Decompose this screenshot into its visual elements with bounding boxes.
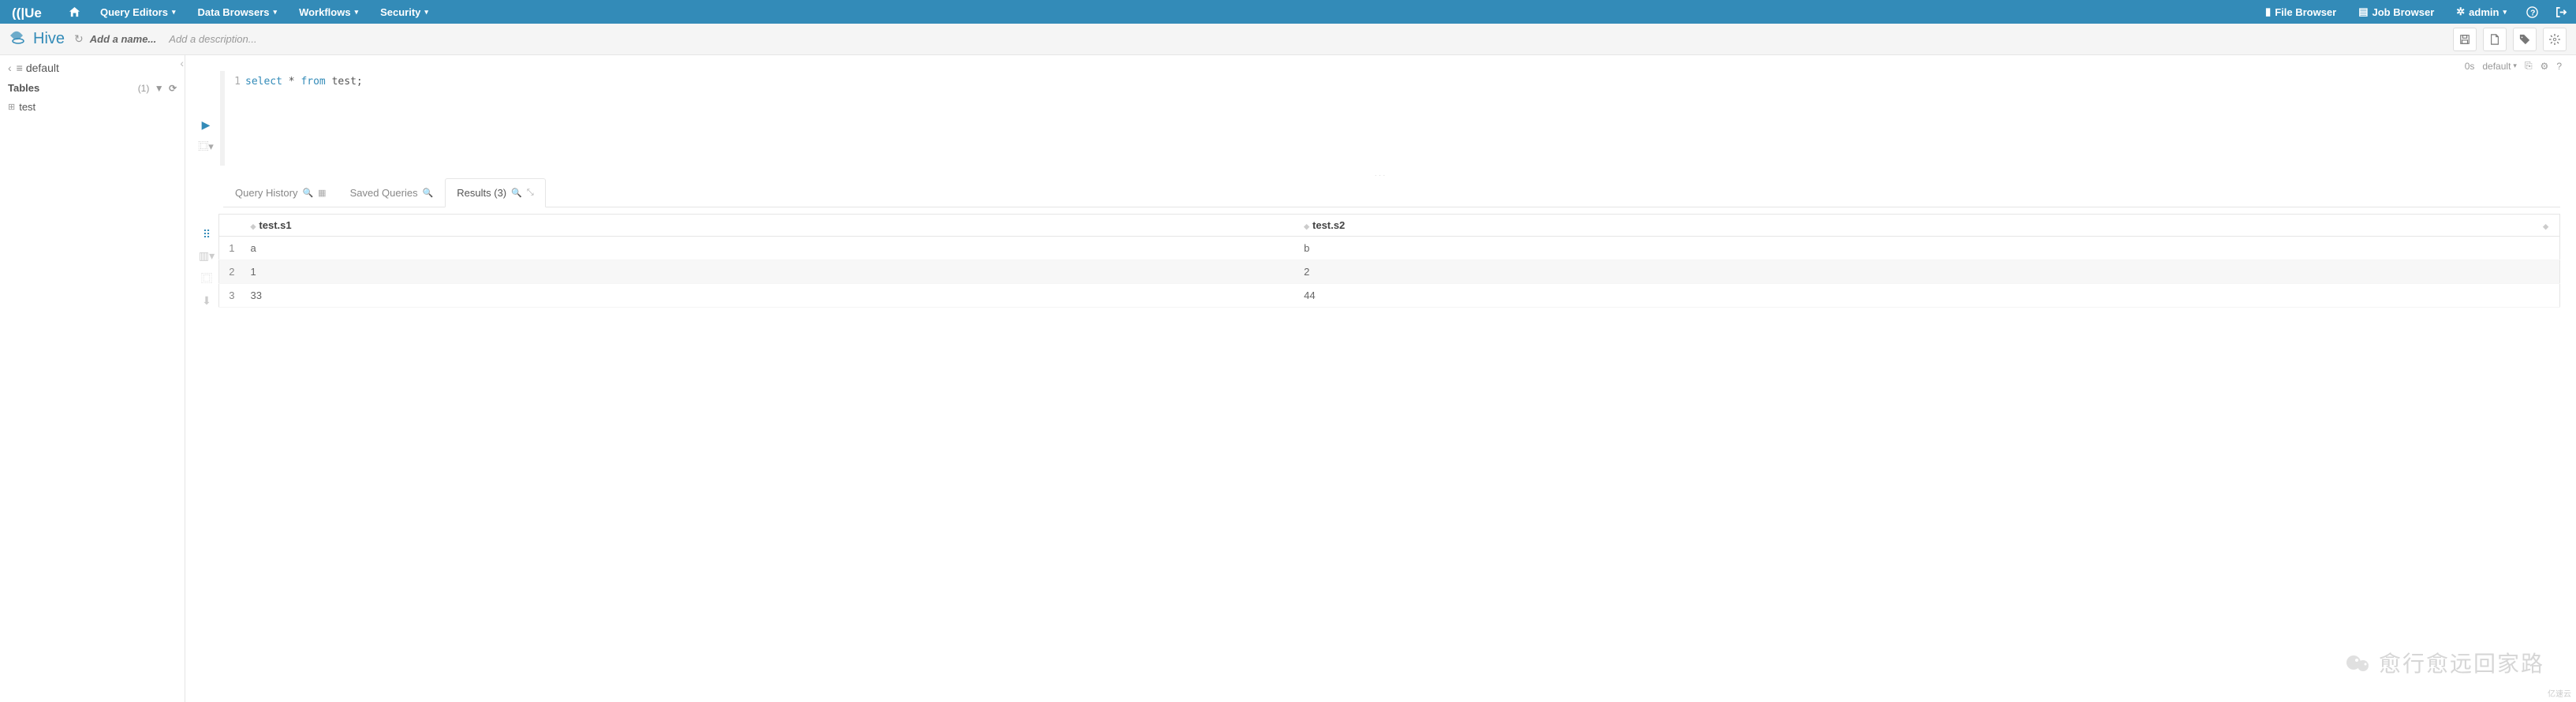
- table-row[interactable]: 1ab: [219, 237, 2560, 260]
- explain-button[interactable]: ⿴▾: [198, 138, 214, 153]
- line-number: 1: [230, 74, 241, 91]
- calendar-icon: ▦: [318, 188, 326, 198]
- nav-workflows[interactable]: Workflows ▾: [288, 0, 369, 24]
- tab-query-history[interactable]: Query History 🔍 ▦: [223, 178, 338, 207]
- list-icon: ▤: [2358, 6, 2368, 18]
- hue-logo[interactable]: ((|U͟e: [0, 4, 60, 21]
- sub-header: Hive ↻ Add a name... Add a description..…: [0, 24, 2576, 55]
- chevron-down-icon: ▾: [2503, 8, 2507, 17]
- chevron-down-icon: ▾: [274, 8, 278, 17]
- save-button[interactable]: [2453, 28, 2477, 51]
- nav-query-editors[interactable]: Query Editors ▾: [89, 0, 187, 24]
- database-icon: ≡: [17, 62, 23, 74]
- table-corner: [219, 215, 243, 237]
- tables-label: Tables: [8, 82, 39, 94]
- collapse-sidebar-icon[interactable]: ‹: [178, 55, 185, 71]
- search-icon: 🔍: [423, 188, 434, 198]
- refresh-tables-icon[interactable]: ⟳: [169, 83, 177, 94]
- database-name: default: [26, 62, 59, 74]
- sort-icon: ◆: [2543, 222, 2548, 230]
- editor-controls: ▶ ⿴▾: [192, 71, 220, 166]
- column-header[interactable]: ◆test.s2: [1296, 215, 2535, 237]
- nav-file-browser[interactable]: ▮ File Browser: [2254, 0, 2347, 24]
- column-header[interactable]: ◆test.s1: [243, 215, 1297, 237]
- tab-label: Results (3): [457, 187, 506, 199]
- query-name-input[interactable]: Add a name...: [90, 33, 157, 45]
- tab-results[interactable]: Results (3) 🔍 ⤡: [445, 178, 545, 207]
- gear-icon[interactable]: ⚙: [2541, 61, 2549, 72]
- editor-db-selector[interactable]: default▾: [2482, 61, 2517, 72]
- tab-label: Saved Queries: [350, 187, 418, 199]
- tab-saved-queries[interactable]: Saved Queries 🔍: [338, 178, 446, 207]
- nav-label: admin: [2469, 6, 2499, 18]
- new-button[interactable]: [2483, 28, 2507, 51]
- nav-label: Query Editors: [100, 6, 168, 18]
- home-icon[interactable]: [60, 0, 89, 24]
- chevron-left-icon: ‹: [8, 62, 12, 74]
- header-actions: [2453, 28, 2567, 51]
- nav-security[interactable]: Security ▾: [369, 0, 439, 24]
- nav-label: Security: [380, 6, 420, 18]
- chevron-down-icon: ▾: [2513, 62, 2517, 70]
- database-selector[interactable]: ‹ ≡ default: [8, 62, 177, 74]
- filter-icon[interactable]: ▼: [155, 83, 164, 94]
- tab-label: Query History: [235, 187, 297, 199]
- file-icon: ▮: [2265, 6, 2271, 18]
- editor-topright: 0s default▾ ⎘ ⚙ ?: [2465, 60, 2562, 72]
- hive-app-icon: [9, 30, 28, 49]
- tag-button[interactable]: [2513, 28, 2537, 51]
- results-panel: ⠿ ▥▾ ⿴ ⬇ ◆test.s1 ◆test.s2 ◆ 1ab 212: [195, 214, 2560, 308]
- results-table: ◆test.s1 ◆test.s2 ◆ 1ab 212 33344: [218, 214, 2560, 308]
- logout-icon[interactable]: [2547, 0, 2576, 24]
- search-icon: 🔍: [302, 188, 313, 198]
- nav-data-browsers[interactable]: Data Browsers ▾: [187, 0, 289, 24]
- column-header-end[interactable]: ◆: [2535, 215, 2559, 237]
- table-icon: ⊞: [8, 102, 15, 112]
- sidebar: ‹ ‹ ≡ default Tables (1) ▼ ⟳ ⊞ test: [0, 55, 185, 702]
- help-icon[interactable]: ?: [2556, 61, 2562, 72]
- chevron-down-icon: ▾: [172, 8, 176, 17]
- table-item[interactable]: ⊞ test: [8, 99, 177, 115]
- nav-admin[interactable]: ✲ admin ▾: [2445, 0, 2518, 24]
- help-icon[interactable]: ?: [2518, 0, 2547, 24]
- columns-icon[interactable]: ⿴: [201, 271, 212, 286]
- gear-icon: ✲: [2456, 6, 2465, 18]
- nav-label: Job Browser: [2373, 6, 2435, 18]
- sort-icon: ◆: [1304, 222, 1309, 230]
- nav-label: Workflows: [299, 6, 351, 18]
- sql-editor[interactable]: 1select * from test;: [220, 71, 2560, 166]
- results-side-controls: ⠿ ▥▾ ⿴ ⬇: [195, 214, 218, 308]
- svg-text:?: ?: [2530, 9, 2535, 17]
- svg-text:((|U͟e: ((|U͟e: [12, 6, 42, 20]
- table-header-row: ◆test.s1 ◆test.s2 ◆: [219, 215, 2560, 237]
- app-name: Hive: [33, 30, 65, 48]
- query-desc-input[interactable]: Add a description...: [169, 33, 2453, 45]
- editor-area: 0s default▾ ⎘ ⚙ ? ▶ ⿴▾ 1select * from te…: [185, 55, 2576, 166]
- nav-job-browser[interactable]: ▤ Job Browser: [2347, 0, 2445, 24]
- resize-handle[interactable]: ···: [217, 172, 2544, 178]
- tables-header: Tables (1) ▼ ⟳: [8, 82, 177, 94]
- expand-icon: ⤡: [527, 188, 534, 198]
- nav-label: File Browser: [2275, 6, 2336, 18]
- table-count: (1): [138, 83, 150, 94]
- copy-icon[interactable]: ⎘: [2525, 60, 2533, 72]
- download-icon[interactable]: ⬇: [202, 294, 211, 308]
- main-panel: 0s default▾ ⎘ ⚙ ? ▶ ⿴▾ 1select * from te…: [185, 55, 2576, 702]
- grid-view-icon[interactable]: ⠿: [203, 228, 211, 241]
- nav-label: Data Browsers: [198, 6, 270, 18]
- search-icon: 🔍: [511, 188, 522, 198]
- chevron-down-icon: ▾: [424, 8, 428, 17]
- sort-icon: ◆: [251, 222, 256, 230]
- chart-view-icon[interactable]: ▥▾: [199, 249, 215, 263]
- refresh-icon[interactable]: ↻: [74, 32, 84, 46]
- table-row[interactable]: 212: [219, 260, 2560, 284]
- settings-button[interactable]: [2543, 28, 2567, 51]
- result-tabs: Query History 🔍 ▦ Saved Queries 🔍 Result…: [223, 178, 2560, 207]
- table-row[interactable]: 33344: [219, 284, 2560, 308]
- run-button[interactable]: ▶: [202, 118, 211, 132]
- top-nav: ((|U͟e Query Editors ▾ Data Browsers ▾ Wor…: [0, 0, 2576, 24]
- exec-time: 0s: [2465, 61, 2475, 72]
- table-name: test: [19, 101, 35, 113]
- chevron-down-icon: ▾: [355, 8, 359, 17]
